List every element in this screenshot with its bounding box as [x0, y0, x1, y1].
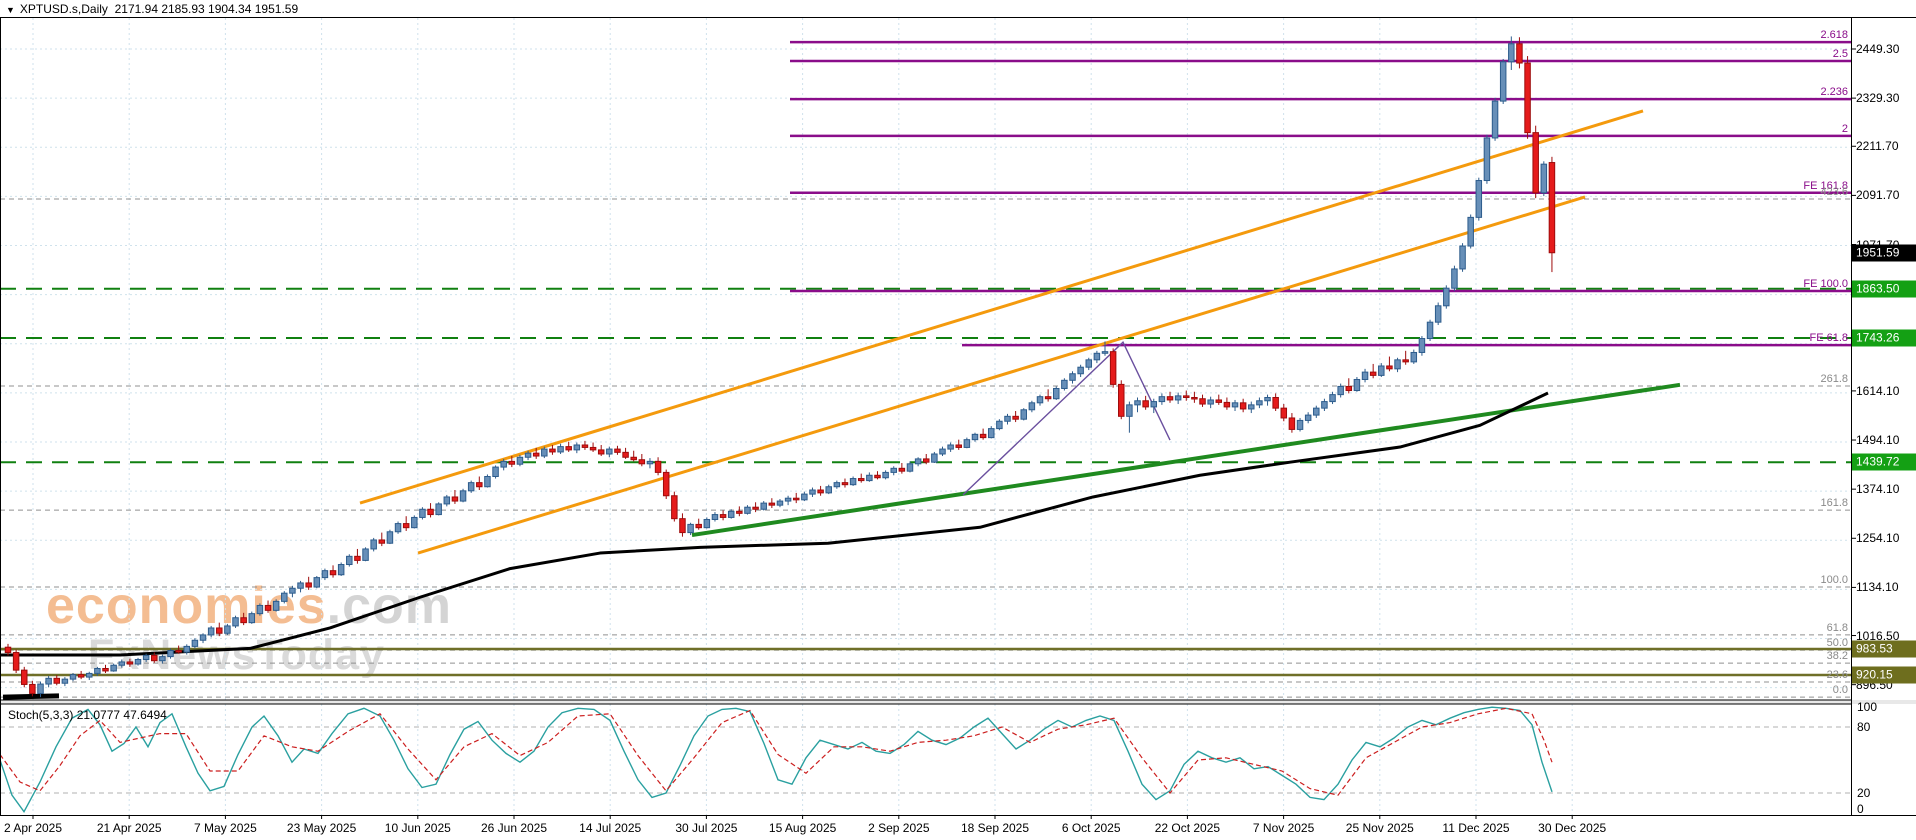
- stochastic-label: Stoch(5,3,3) 21.0777 47.6494: [8, 708, 167, 722]
- trendline-green[interactable]: [692, 385, 1680, 535]
- price-axis-box-olive: 983.53: [1852, 641, 1916, 658]
- stochastic-d-line: [0, 708, 1552, 795]
- fib-retracement-label: 50.0: [1827, 637, 1848, 649]
- zigzag-purple[interactable]: [963, 342, 1170, 495]
- price-axis-tick: 1374.10: [1856, 482, 1899, 496]
- panel-borders: [0, 18, 1916, 820]
- fib-retracement-label: 23.6: [1827, 669, 1848, 681]
- fib-retracement-label: 100.0: [1820, 574, 1848, 586]
- time-axis-label: 23 May 2025: [287, 821, 356, 835]
- ohlc-readout: 2171.94 2185.93 1904.34 1951.59: [115, 2, 299, 16]
- support-lines[interactable]: [0, 289, 1851, 675]
- fib-extension-label: FE 100.0: [1803, 278, 1848, 290]
- price-axis-tick: 1614.10: [1856, 384, 1899, 398]
- fib-extension-label: 2.618: [1820, 29, 1848, 41]
- price-axis-tick: 2449.30: [1856, 42, 1899, 56]
- time-axis-label: 25 Nov 2025: [1346, 821, 1414, 835]
- time-axis-label: 2 Apr 2025: [4, 821, 62, 835]
- grid: [0, 18, 1851, 815]
- fib-retracement-label: 61.8: [1827, 622, 1848, 634]
- time-axis-label: 22 Oct 2025: [1155, 821, 1220, 835]
- fib-retracement-label: 261.8: [1820, 373, 1848, 385]
- time-axis-label: 6 Oct 2025: [1062, 821, 1121, 835]
- price-axis-tick: 2091.70: [1856, 188, 1899, 202]
- price-axis-tick: 1254.10: [1856, 531, 1899, 545]
- stoch-axis-tick: 100: [1857, 700, 1877, 714]
- fib-extension-lines[interactable]: [790, 42, 1851, 345]
- price-axis-box-green: 1439.72: [1852, 454, 1916, 471]
- fib-extension-label: 2.236: [1820, 86, 1848, 98]
- fib-retracement-label: 161.8: [1820, 497, 1848, 509]
- stoch-axis-tick: 0: [1857, 802, 1864, 816]
- fib-retracement-label: 38.2: [1827, 650, 1848, 662]
- time-axis-label: 26 Jun 2025: [481, 821, 547, 835]
- time-axis-label: 10 Jun 2025: [385, 821, 451, 835]
- price-axis-tick: 1494.10: [1856, 433, 1899, 447]
- symbol-label[interactable]: XPTUSD.s,Daily: [20, 2, 108, 16]
- price-axis-tick: 2329.30: [1856, 91, 1899, 105]
- stochastic-k-line: [0, 707, 1552, 812]
- time-axis-label: 15 Aug 2025: [769, 821, 836, 835]
- stoch-axis-tick: 80: [1857, 720, 1870, 734]
- time-axis-label: 11 Dec 2025: [1442, 821, 1509, 835]
- fib-retracement-label: 0.0: [1833, 684, 1848, 696]
- fib-extension-label: FE 61.8: [1809, 332, 1848, 344]
- price-axis-tick: 1134.10: [1856, 580, 1899, 594]
- time-axis-label: 14 Jul 2025: [579, 821, 641, 835]
- fib-extension-label: 2: [1842, 123, 1848, 135]
- price-axis-box-current: 1951.59: [1852, 244, 1916, 261]
- price-axis-box-green: 1743.26: [1852, 330, 1916, 347]
- symbol-dropdown-icon[interactable]: ▼: [6, 5, 15, 15]
- black-line-segment[interactable]: [3, 696, 59, 697]
- chart-canvas[interactable]: [0, 0, 1916, 840]
- time-axis-label: 2 Sep 2025: [868, 821, 929, 835]
- time-axis-label: 7 May 2025: [194, 821, 257, 835]
- time-axis-label: 21 Apr 2025: [97, 821, 162, 835]
- time-axis-label: 7 Nov 2025: [1253, 821, 1314, 835]
- fib-retracement-label: 423.6: [1820, 186, 1848, 198]
- time-axis-label: 30 Dec 2025: [1538, 821, 1606, 835]
- price-axis-box-olive: 920.15: [1852, 666, 1916, 683]
- fib-extension-label: 2.5: [1833, 48, 1848, 60]
- trading-chart-window: { "header": {"dropdown_icon":"▼","symbol…: [0, 0, 1916, 840]
- time-axis-label: 30 Jul 2025: [675, 821, 737, 835]
- price-axis-box-green: 1863.50: [1852, 280, 1916, 297]
- price-axis-tick: 2211.70: [1856, 139, 1899, 153]
- stoch-axis-tick: 20: [1857, 786, 1870, 800]
- chart-header: ▼ XPTUSD.s,Daily 2171.94 2185.93 1904.34 …: [6, 2, 298, 16]
- fib-retracement-lines[interactable]: [0, 199, 1851, 697]
- time-axis-label: 18 Sep 2025: [961, 821, 1029, 835]
